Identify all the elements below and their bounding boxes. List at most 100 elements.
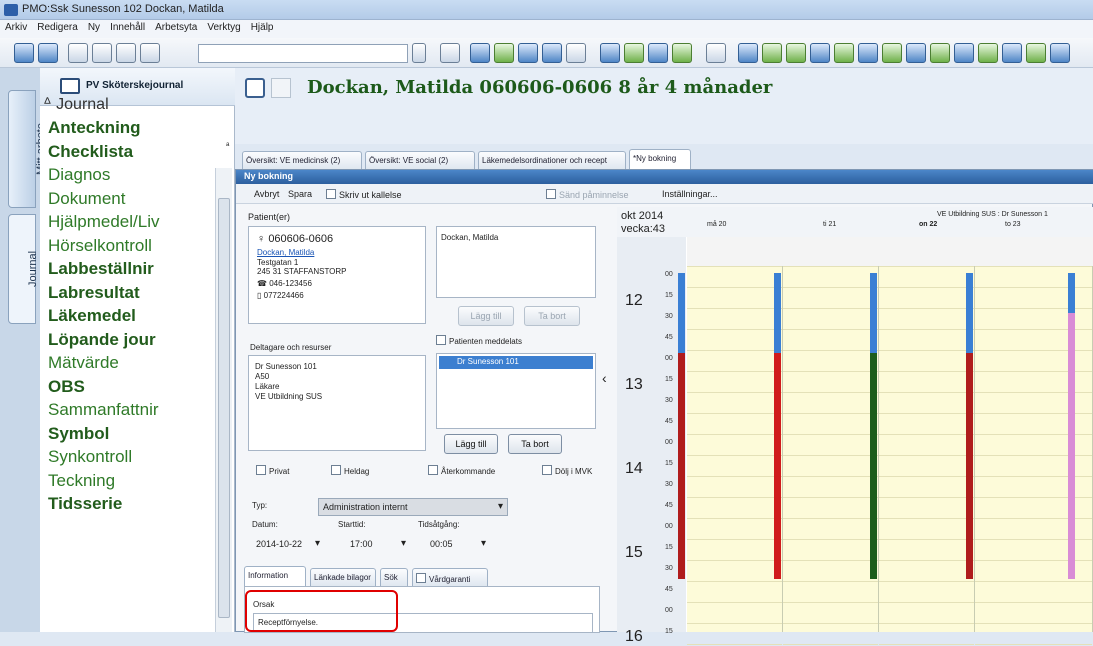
toolbar-icon[interactable]	[906, 43, 926, 63]
panel-scrollbar[interactable]	[215, 168, 232, 632]
dropdown-icon[interactable]	[412, 43, 426, 63]
toolbar-icon[interactable]	[68, 43, 88, 63]
day-column[interactable]	[687, 237, 783, 645]
tab-oversikt-medicinsk[interactable]: Översikt: VE medicinsk (2)	[242, 151, 362, 169]
booking-stripe[interactable]	[870, 353, 877, 579]
toolbar-icon[interactable]	[600, 43, 620, 63]
tree-item[interactable]: Tidsserie	[48, 494, 220, 514]
toolbar-icon[interactable]	[954, 43, 974, 63]
toolbar-icon[interactable]	[494, 43, 514, 63]
toolbar-icon[interactable]	[470, 43, 490, 63]
menu-arbetsyta[interactable]: Arbetsyta	[150, 20, 202, 35]
toolbar-icon[interactable]	[1026, 43, 1046, 63]
toolbar-icon[interactable]	[1050, 43, 1070, 63]
settings-button[interactable]: Inställningar...	[662, 189, 718, 199]
toolbar-icon[interactable]	[738, 43, 758, 63]
toolbar-icon[interactable]	[858, 43, 878, 63]
tree-root[interactable]: ᐞ Journal	[43, 94, 109, 114]
day-header[interactable]: to 23	[1005, 221, 1021, 228]
toolbar-icon[interactable]	[810, 43, 830, 63]
patient-name-link[interactable]: Dockan, Matilda	[257, 248, 314, 257]
menu-redigera[interactable]: Redigera	[32, 20, 83, 35]
hide-mvk-checkbox[interactable]: Dölj i MVK	[542, 465, 592, 476]
menu-hjalp[interactable]: Hjälp	[246, 20, 279, 35]
tab-vardgaranti[interactable]: Vårdgaranti	[412, 568, 488, 586]
tree-item[interactable]: Diagnos	[48, 165, 220, 185]
tab-mitt-arbete[interactable]: Mitt arbete	[8, 90, 47, 208]
day-column[interactable]	[783, 237, 879, 645]
print-notice-checkbox[interactable]: Skriv ut kallelse	[326, 189, 402, 200]
save-button[interactable]: Spara	[288, 189, 312, 199]
toolbar-icon[interactable]	[116, 43, 136, 63]
selected-resource[interactable]: Dr Sunesson 101	[439, 356, 593, 369]
toolbar-icon[interactable]	[978, 43, 998, 63]
patient-list[interactable]: Dockan, Matilda	[436, 226, 596, 298]
tree-item[interactable]: Labbeställnir	[48, 259, 220, 279]
start-time-select[interactable]: 17:00	[346, 536, 410, 554]
tree-item[interactable]: Anteckning	[48, 118, 220, 138]
menu-verktyg[interactable]: Verktyg	[202, 20, 245, 35]
pin-icon[interactable]: ᵃ	[226, 140, 229, 150]
toolbar-icon[interactable]	[762, 43, 782, 63]
toolbar-icon[interactable]	[566, 43, 586, 63]
tab-journal[interactable]: Journal	[8, 214, 39, 324]
window-icon[interactable]	[271, 78, 291, 98]
toolbar-icon[interactable]	[882, 43, 902, 63]
tree-item[interactable]: Sammanfattnir	[48, 400, 220, 420]
allday-checkbox[interactable]: Heldag	[331, 465, 369, 476]
booking-stripe[interactable]	[774, 273, 781, 353]
send-reminder-checkbox[interactable]: Sänd påminnelse	[546, 189, 629, 200]
toolbar-icon[interactable]	[834, 43, 854, 63]
toolbar-icon[interactable]	[1002, 43, 1022, 63]
tab-lakemedel[interactable]: Läkemedelsordinationer och recept	[478, 151, 626, 169]
tab-search[interactable]: Sök	[380, 568, 408, 586]
day-header[interactable]: må 20	[707, 221, 726, 228]
tree-item[interactable]: Löpande jour	[48, 330, 220, 350]
booking-stripe[interactable]	[1068, 273, 1075, 313]
booking-stripe[interactable]	[966, 273, 973, 353]
scroll-thumb[interactable]	[218, 198, 230, 618]
tree-item[interactable]: Hörselkontroll	[48, 236, 220, 256]
toolbar-icon[interactable]	[930, 43, 950, 63]
day-header[interactable]: ti 21	[823, 221, 836, 228]
tab-oversikt-social[interactable]: Översikt: VE social (2)	[365, 151, 475, 169]
tree-item[interactable]: Dokument	[48, 189, 220, 209]
tree-item[interactable]: Teckning	[48, 471, 220, 491]
day-column[interactable]	[879, 237, 975, 645]
tree-item[interactable]: Symbol	[48, 424, 220, 444]
collapse-arrow-icon[interactable]: ‹	[602, 370, 607, 386]
tree-item[interactable]: Checklista	[48, 142, 220, 162]
tree-item[interactable]: Labresultat	[48, 283, 220, 303]
add-patient-button[interactable]: Lägg till	[458, 306, 514, 326]
toolbar-icon[interactable]	[672, 43, 692, 63]
toolbar-icon[interactable]	[440, 43, 460, 63]
toolbar-icon[interactable]	[140, 43, 160, 63]
tree-item[interactable]: Hjälpmedel/Liv	[48, 212, 220, 232]
toolbar-icon[interactable]	[14, 43, 34, 63]
menu-innehall[interactable]: Innehåll	[105, 20, 150, 35]
add-resource-button[interactable]: Lägg till	[444, 434, 498, 454]
remove-patient-button[interactable]: Ta bort	[524, 306, 580, 326]
toolbar-icon[interactable]	[518, 43, 538, 63]
tree-item[interactable]: Mätvärde	[48, 353, 220, 373]
tab-linked-attachments[interactable]: Länkade bilagor	[310, 568, 376, 586]
toolbar-icon[interactable]	[786, 43, 806, 63]
day-column[interactable]	[975, 237, 1093, 645]
booking-stripe[interactable]	[678, 353, 685, 579]
private-checkbox[interactable]: Privat	[256, 465, 289, 476]
toolbar-icon[interactable]	[542, 43, 562, 63]
booking-stripe[interactable]	[966, 353, 973, 579]
recurring-checkbox[interactable]: Återkommande	[428, 465, 495, 476]
resource-list[interactable]: Dr Sunesson 101	[436, 353, 596, 429]
toolbar-icon[interactable]	[706, 43, 726, 63]
type-select[interactable]: Administration internt	[318, 498, 508, 516]
notified-checkbox[interactable]: Patienten meddelats	[436, 335, 522, 346]
patient-list-item[interactable]: Dockan, Matilda	[441, 233, 498, 242]
toolbar-icon[interactable]	[624, 43, 644, 63]
booking-stripe[interactable]	[678, 273, 685, 353]
toolbar-icon[interactable]	[648, 43, 668, 63]
duration-select[interactable]: 00:05	[426, 536, 490, 554]
tab-ny-bokning[interactable]: *Ny bokning	[629, 149, 691, 169]
tab-information[interactable]: Information	[244, 566, 306, 586]
toolbar-icon[interactable]	[38, 43, 58, 63]
